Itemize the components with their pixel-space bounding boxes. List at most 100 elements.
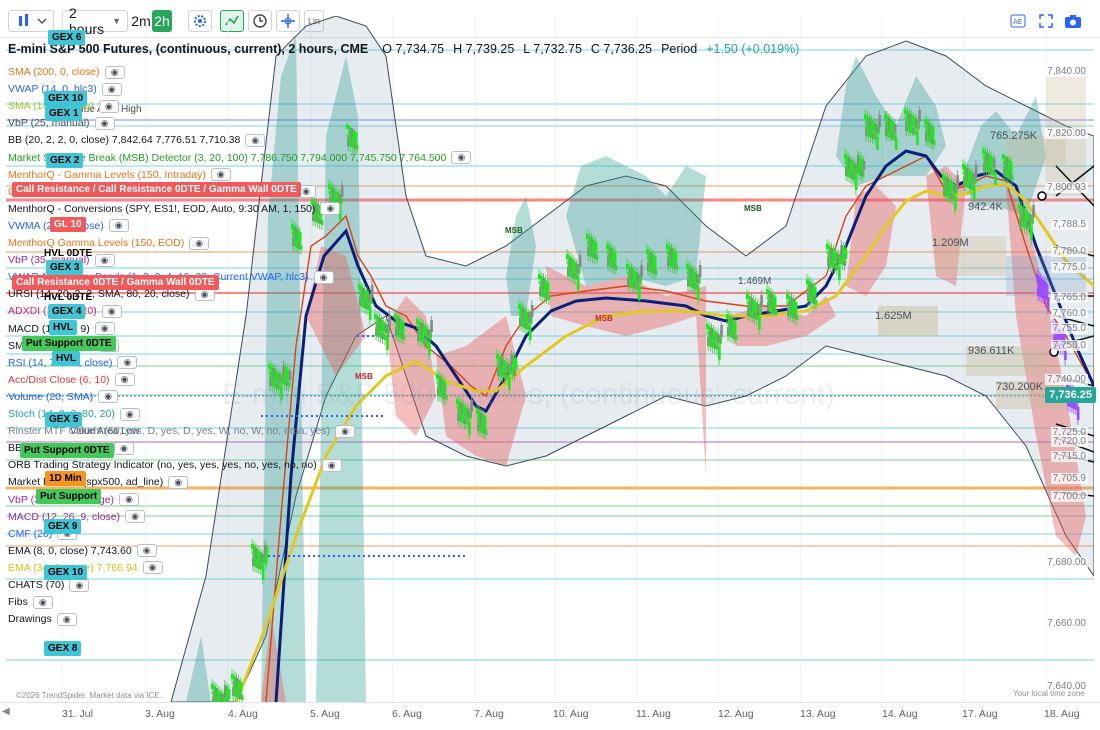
eye-icon[interactable]: ◉ bbox=[245, 133, 266, 147]
indicator-legend-row[interactable]: Volume (20, SMA) ◉ bbox=[8, 389, 119, 405]
eye-icon[interactable]: ◉ bbox=[136, 544, 157, 558]
indicator-legend-row[interactable]: EMA (8, 0, close) 7,743.60 ◉ bbox=[8, 543, 157, 559]
eye-icon[interactable]: ◉ bbox=[101, 304, 122, 318]
period-label: Period bbox=[661, 42, 698, 56]
price-tick-label: 7,780.0 bbox=[1050, 246, 1088, 257]
candle-body bbox=[993, 159, 996, 168]
gex-level-tag: HVL 0DTE bbox=[44, 292, 93, 303]
eye-icon[interactable]: ◉ bbox=[69, 578, 90, 592]
eye-icon[interactable]: ◉ bbox=[56, 612, 77, 626]
eye-icon[interactable]: ◉ bbox=[114, 373, 135, 387]
eye-icon[interactable]: ◉ bbox=[125, 510, 146, 524]
eye-icon[interactable]: ◉ bbox=[32, 595, 53, 609]
eye-icon[interactable]: ◉ bbox=[119, 493, 140, 506]
eye-icon[interactable]: ◉ bbox=[108, 219, 129, 233]
indicator-legend-row[interactable]: MenthorQ - Conversions (SPY, ES1!, EOD, … bbox=[8, 201, 341, 217]
gex-level-tag: Call Resistance 0DTE / Gamma Wall 0DTE bbox=[12, 275, 219, 290]
candle-body bbox=[774, 310, 778, 315]
price-tick-label: 7,760.0 bbox=[1050, 308, 1088, 319]
indicator-label: EMA (8, 0, close) 7,743.60 bbox=[8, 544, 132, 557]
price-tick-label: 7,720.0 bbox=[1050, 436, 1088, 447]
indicator-legend-row[interactable]: Acc/Dist Close (6, 10) ◉ bbox=[8, 372, 135, 388]
candle-body bbox=[320, 220, 324, 225]
msb-label: MSB bbox=[505, 226, 523, 235]
candle-body bbox=[340, 185, 344, 197]
candle-body bbox=[814, 300, 818, 305]
price-chart[interactable] bbox=[6, 16, 1094, 702]
candle-body bbox=[734, 335, 738, 340]
price-tick-label: 7,775.0 bbox=[1050, 262, 1088, 273]
eye-icon[interactable]: ◉ bbox=[98, 390, 119, 404]
eye-icon[interactable]: ◉ bbox=[98, 99, 119, 113]
gex-level-tag: GEX 8 bbox=[44, 641, 82, 656]
price-tick-label: 7,788.5 bbox=[1050, 219, 1088, 230]
price-tick-label: 7,800.93 bbox=[1045, 182, 1088, 193]
eye-icon[interactable]: ◉ bbox=[168, 475, 189, 489]
price-tick-label: 7,705.9 bbox=[1050, 473, 1088, 484]
eye-icon[interactable]: ◉ bbox=[313, 270, 334, 284]
msb-label: MSB bbox=[595, 314, 613, 323]
indicator-label: MenthorQ Gamma Levels (150, EOD) bbox=[8, 237, 185, 249]
eye-icon[interactable]: ◉ bbox=[119, 407, 140, 421]
candle-body bbox=[918, 110, 921, 122]
time-tick-label: 13. Aug bbox=[800, 708, 836, 720]
eye-icon[interactable]: ◉ bbox=[210, 168, 231, 182]
gex-level-tag: HVL 0DTE bbox=[44, 248, 93, 259]
indicator-legend-row[interactable]: SMA (200, 0, close) ◉ bbox=[8, 64, 125, 80]
time-tick-label: 6. Aug bbox=[392, 708, 422, 720]
eye-icon[interactable]: ◉ bbox=[320, 202, 341, 216]
candle-body bbox=[547, 295, 551, 300]
eye-icon[interactable]: ◉ bbox=[101, 82, 122, 96]
eye-icon[interactable]: ◉ bbox=[335, 424, 356, 438]
scroll-left-icon[interactable]: ◀ bbox=[2, 706, 10, 717]
candle-body bbox=[370, 285, 374, 297]
indicator-label: BB (20, 2, 2, 0, close) 7,842.64 7,776.5… bbox=[8, 134, 241, 147]
indicator-label: URSI (14, 20, 2, 2, SMA, 80, 20, close) bbox=[8, 288, 190, 301]
indicator-legend-row[interactable]: Drawings ◉ bbox=[8, 611, 77, 627]
price-tick-label: 7,840.00 bbox=[1045, 66, 1088, 77]
gex-level-tag: Call Resistance / Call Resistance 0DTE /… bbox=[12, 182, 301, 197]
price-tick-label: 7,755.0 bbox=[1050, 323, 1088, 334]
indicator-legend-row[interactable]: MenthorQ - Gamma Levels (150, Intraday) ◉ bbox=[8, 167, 231, 183]
indicator-legend-row[interactable]: Fibs ◉ bbox=[8, 594, 53, 610]
ohlc-close: C 7,736.25 bbox=[590, 42, 653, 56]
candle-body bbox=[654, 270, 658, 275]
ohlc-open: O 7,734.75 bbox=[382, 42, 445, 56]
candle-body bbox=[1032, 205, 1035, 217]
copyright-text: ©2026 TrendSpider. Market data via ICE. bbox=[16, 691, 162, 700]
eye-icon[interactable]: ◉ bbox=[113, 441, 134, 455]
indicator-legend-row[interactable]: Market Breadth (spx500, ad_line)◉ bbox=[8, 474, 189, 490]
eye-icon[interactable]: ◉ bbox=[189, 236, 210, 250]
eye-icon[interactable]: ◉ bbox=[321, 458, 342, 472]
indicator-label: Fibs bbox=[8, 596, 28, 609]
price-tick-label: 7,715.0 bbox=[1050, 451, 1088, 462]
indicator-label: Drawings bbox=[8, 613, 52, 626]
gex-level-tag: GEX 10 bbox=[44, 565, 88, 580]
time-tick-label: 17. Aug bbox=[962, 708, 998, 720]
gex-level-tag: GEX 2 bbox=[46, 153, 84, 168]
time-axis[interactable]: 31. Jul 3. Aug 4. Aug 5. Aug 6. Aug 7. Aug 10.… bbox=[0, 702, 1100, 730]
candle-body bbox=[894, 137, 898, 150]
gex-level-tag: GEX 5 bbox=[45, 412, 83, 427]
candle-body bbox=[388, 315, 391, 327]
eye-icon[interactable]: ◉ bbox=[94, 253, 115, 267]
time-tick-label: 31. Jul bbox=[62, 708, 93, 720]
chart-watermark: E-mini S&P 500 Futures, (continuous, cur… bbox=[222, 378, 836, 411]
eye-icon[interactable]: ◉ bbox=[451, 151, 472, 164]
indicator-label: Volume (20, SMA) bbox=[8, 390, 94, 403]
eye-icon[interactable]: ◉ bbox=[117, 356, 138, 370]
indicator-label: MenthorQ - Gamma Levels (150, Intraday) bbox=[8, 168, 206, 181]
bullish-cloud bbox=[566, 156, 706, 286]
candle-body bbox=[1046, 297, 1050, 310]
chart-plot[interactable] bbox=[6, 16, 1094, 702]
eye-icon[interactable]: ◉ bbox=[104, 65, 125, 79]
indicator-legend-row[interactable]: BB (20, 2, 2, 0, close) 7,842.64 7,776.5… bbox=[8, 132, 266, 148]
candle-body bbox=[240, 695, 244, 700]
current-price-badge: 7,736.25 bbox=[1045, 387, 1096, 403]
eye-icon[interactable]: ◉ bbox=[94, 116, 115, 130]
indicator-legend-row[interactable]: MenthorQ Gamma Levels (150, EOD) ◉ bbox=[8, 235, 210, 251]
eye-icon[interactable]: ◉ bbox=[94, 322, 115, 335]
symbol-legend: E-mini S&P 500 Futures, (continuous, cur… bbox=[8, 40, 808, 58]
eye-icon[interactable]: ◉ bbox=[142, 561, 163, 575]
price-tick-label: 7,680.00 bbox=[1045, 557, 1088, 568]
